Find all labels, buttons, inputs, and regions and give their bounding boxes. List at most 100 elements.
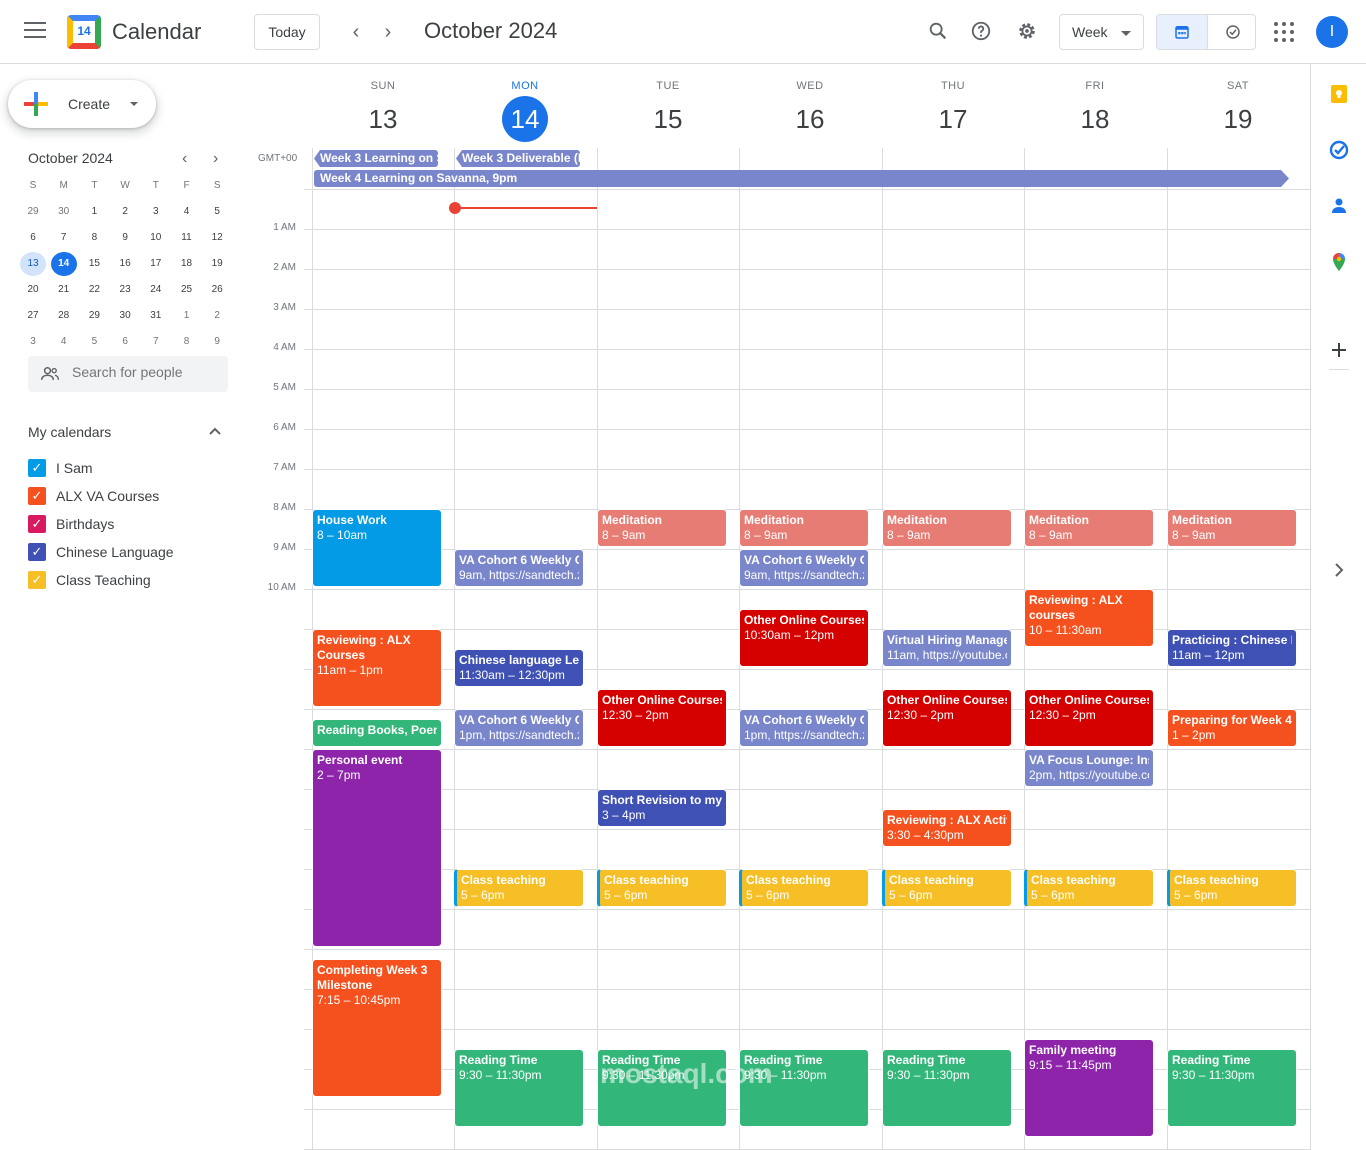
all-day-event[interactable]: Week 3 Learning on Savanna, 9pm [314, 150, 438, 167]
expand-panel-chevron-icon[interactable] [1329, 560, 1349, 580]
calendar-event[interactable]: Class teaching 5 – 6pm [882, 869, 1012, 907]
mini-day[interactable]: 21 [51, 278, 77, 302]
mini-day[interactable]: 30 [112, 304, 138, 328]
mini-day[interactable]: 22 [81, 278, 107, 302]
calendar-event[interactable]: VA Cohort 6 Weekly Cli 9am, https://sandt… [739, 549, 869, 587]
maps-icon[interactable] [1329, 252, 1349, 272]
calendar-event[interactable]: Reviewing : ALX courses 10 – 11:30am [1024, 589, 1154, 647]
mini-day[interactable]: 6 [112, 330, 138, 354]
mini-day[interactable]: 1 [81, 200, 107, 224]
day-number[interactable]: 18 [1072, 96, 1118, 142]
day-number[interactable]: 17 [930, 96, 976, 142]
calendar-event[interactable]: Reading Time 9:30 – 11:30pm [882, 1049, 1012, 1127]
mini-day[interactable]: 4 [51, 330, 77, 354]
mini-day[interactable]: 30 [51, 200, 77, 224]
mini-day[interactable]: 26 [204, 278, 230, 302]
calendar-event[interactable]: Meditation 8 – 9am [1024, 509, 1154, 547]
mini-day[interactable]: 5 [81, 330, 107, 354]
day-number[interactable]: 19 [1215, 96, 1261, 142]
calendar-event[interactable]: Completing Week 3 Milestone 7:15 – 10:45p… [312, 959, 442, 1097]
main-menu-icon[interactable] [24, 22, 46, 40]
calendar-event[interactable]: Meditation 8 – 9am [1167, 509, 1297, 547]
mini-day[interactable]: 16 [112, 252, 138, 276]
mini-day[interactable]: 18 [174, 252, 200, 276]
calendar-event[interactable]: Other Online Courses 12:30 – 2pm [1024, 689, 1154, 747]
mini-day[interactable]: 27 [20, 304, 46, 328]
calendar-event[interactable]: Reading Time 9:30 – 11:30pm [1167, 1049, 1297, 1127]
mini-day[interactable]: 1 [174, 304, 200, 328]
add-addon-icon[interactable] [1329, 340, 1349, 360]
create-button[interactable]: Create [8, 80, 156, 128]
tasks-view-icon[interactable] [1207, 15, 1255, 49]
mini-day[interactable]: 7 [143, 330, 169, 354]
day-header[interactable]: WED 16 [740, 80, 880, 142]
calendar-event[interactable]: Chinese language Less11:30am – 12:30pm [454, 649, 584, 687]
calendar-event[interactable]: Virtual Hiring Manager 11am, https://yout… [882, 629, 1012, 667]
calendar-event[interactable]: Reading Time 9:30 – 11:30pm [454, 1049, 584, 1127]
calendar-event[interactable]: Meditation 8 – 9am [882, 509, 1012, 547]
mini-day[interactable]: 2 [204, 304, 230, 328]
mini-day[interactable]: 9 [112, 226, 138, 250]
calendar-event[interactable]: Personal event 2 – 7pm [312, 749, 442, 947]
previous-week-icon[interactable]: ‹ [344, 20, 368, 44]
mini-day[interactable]: 17 [143, 252, 169, 276]
calendar-event[interactable]: Meditation 8 – 9am [739, 509, 869, 547]
calendar-event[interactable]: Reading Books, Poems [312, 719, 442, 747]
settings-gear-icon[interactable] [1015, 20, 1039, 44]
calendar-event[interactable]: Class teaching 5 – 6pm [597, 869, 727, 907]
day-header[interactable]: THU 17 [883, 80, 1023, 142]
calendar-item[interactable]: ✓ Chinese Language [28, 542, 228, 562]
mini-day[interactable]: 19 [204, 252, 230, 276]
calendar-event[interactable]: VA Cohort 6 Weekly Cli 1pm, https://sandt… [454, 709, 584, 747]
mini-day[interactable]: 6 [20, 226, 46, 250]
my-calendars-heading[interactable]: My calendars [28, 424, 111, 440]
mini-calendar-next-icon[interactable]: › [213, 150, 218, 168]
mini-day[interactable]: 11 [174, 226, 200, 250]
mini-calendar-previous-icon[interactable]: ‹ [182, 150, 187, 168]
mini-day[interactable]: 7 [51, 226, 77, 250]
checkbox-checked-icon[interactable]: ✓ [28, 543, 46, 561]
calendar-item[interactable]: ✓ Class Teaching [28, 570, 228, 590]
mini-day[interactable]: 13 [20, 252, 46, 276]
account-avatar[interactable]: I [1316, 16, 1348, 48]
next-week-icon[interactable]: › [376, 20, 400, 44]
search-people-input[interactable] [72, 364, 222, 380]
mini-day[interactable]: 29 [81, 304, 107, 328]
mini-day[interactable]: 29 [20, 200, 46, 224]
mini-day[interactable]: 14 [50, 252, 77, 276]
mini-day[interactable]: 15 [81, 252, 107, 276]
mini-day[interactable]: 8 [174, 330, 200, 354]
calendar-item[interactable]: ✓ ALX VA Courses [28, 486, 228, 506]
calendar-event[interactable]: Other Online Courses 12:30 – 2pm [597, 689, 727, 747]
day-header[interactable]: SUN 13 [313, 80, 453, 142]
calendar-event[interactable]: Reviewing : ALX Activit 3:30 – 4:30pm [882, 809, 1012, 847]
calendar-event[interactable]: VA Focus Lounge: Insic2pm, https://youtu… [1024, 749, 1154, 787]
calendar-event[interactable]: Short Revision to my la3 – 4pm [597, 789, 727, 827]
calendar-event[interactable]: Family meeting 9:15 – 11:45pm [1024, 1039, 1154, 1137]
day-header[interactable]: SAT 19 [1168, 80, 1308, 142]
mini-day[interactable]: 2 [112, 200, 138, 224]
day-header[interactable]: FRI 18 [1025, 80, 1165, 142]
calendar-event[interactable]: Meditation 8 – 9am [597, 509, 727, 547]
mini-day[interactable]: 8 [81, 226, 107, 250]
mini-day[interactable]: 12 [204, 226, 230, 250]
day-number[interactable]: 16 [787, 96, 833, 142]
calendar-event[interactable]: Class teaching 5 – 6pm [1024, 869, 1154, 907]
day-header[interactable]: TUE 15 [598, 80, 738, 142]
calendar-event[interactable]: Other Online Courses 12:30 – 2pm [882, 689, 1012, 747]
mini-day[interactable]: 10 [143, 226, 169, 250]
calendar-event[interactable]: Class teaching 5 – 6pm [454, 869, 584, 907]
calendar-view-icon[interactable] [1157, 15, 1207, 49]
all-day-event[interactable]: Week 3 Deliverable (M [456, 150, 580, 167]
calendar-event[interactable]: Preparing for Week 4 R1 – 2pm [1167, 709, 1297, 747]
contacts-icon[interactable] [1329, 196, 1349, 216]
mini-day[interactable]: 5 [204, 200, 230, 224]
tasks-icon[interactable] [1329, 140, 1349, 160]
day-header[interactable]: MON 14 [455, 80, 595, 142]
all-day-event[interactable]: Week 4 Learning on Savanna, 9pm [314, 170, 1289, 187]
calendar-event[interactable]: Class teaching 5 – 6pm [739, 869, 869, 907]
calendar-event[interactable]: Practicing : Chinese La 11am – 12pm [1167, 629, 1297, 667]
mini-day[interactable]: 24 [143, 278, 169, 302]
mini-day[interactable]: 28 [51, 304, 77, 328]
calendar-event[interactable]: Class teaching 5 – 6pm [1167, 869, 1297, 907]
